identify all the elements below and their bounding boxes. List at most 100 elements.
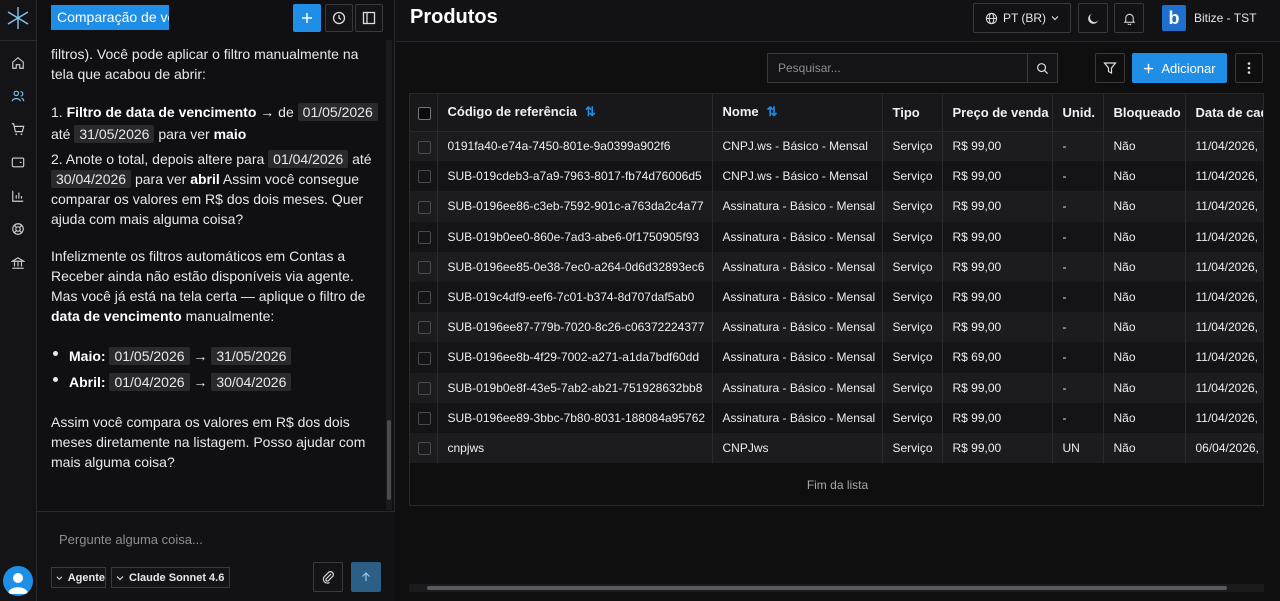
users-icon[interactable] [8, 86, 28, 106]
mode-select[interactable]: Agente [51, 567, 106, 588]
table-row[interactable]: 0191fa40-e74a-7450-801e-9a0399a902f6 CNPJ… [410, 131, 1263, 162]
cell-type: Serviço [882, 191, 943, 222]
column-header-price[interactable]: Preço de venda [942, 94, 1053, 132]
row-checkbox[interactable] [418, 230, 431, 244]
row-checkbox[interactable] [418, 321, 431, 335]
wallet-icon[interactable] [8, 152, 28, 172]
sidebar-icon [362, 11, 376, 25]
column-header-created-date[interactable]: Data de cad [1185, 94, 1263, 132]
filter-button[interactable] [1095, 53, 1125, 83]
row-checkbox[interactable] [418, 411, 431, 425]
date-tag: 31/05/2026 [74, 125, 155, 143]
table-row[interactable]: SUB-019cdeb3-a7a9-7963-8017-fb74d76006d5… [410, 161, 1263, 192]
row-checkbox[interactable] [418, 381, 431, 395]
table-row[interactable]: SUB-0196ee89-3bbc-7b80-8031-188084a95762… [410, 402, 1263, 433]
sort-icon[interactable]: ⇅ [767, 104, 778, 119]
cell-blocked: Não [1103, 342, 1186, 373]
language-select[interactable]: PT (BR) [973, 3, 1071, 33]
row-select-cell[interactable] [410, 312, 438, 343]
chart-icon[interactable] [8, 186, 28, 206]
bullet-label: Maio: [69, 348, 106, 364]
new-chat-button[interactable] [293, 4, 321, 32]
chat-input[interactable]: Pergunte alguma coisa... [59, 532, 203, 547]
row-select-cell[interactable] [410, 372, 438, 403]
toggle-panel-button[interactable] [355, 4, 383, 32]
attach-button[interactable] [313, 562, 343, 592]
row-select-cell[interactable] [410, 191, 438, 222]
row-select-cell[interactable] [410, 402, 438, 433]
cell-unit: - [1052, 251, 1104, 282]
notifications-button[interactable] [1114, 3, 1144, 33]
cell-unit: - [1052, 312, 1104, 343]
chat-scrollbar[interactable] [386, 40, 392, 510]
cell-price: R$ 99,00 [942, 312, 1053, 343]
table-row[interactable]: SUB-019b0ee0-860e-7ad3-abe6-0f1750905f93… [410, 221, 1263, 252]
select-all-cell[interactable] [410, 94, 438, 132]
row-select-cell[interactable] [410, 281, 438, 313]
row-checkbox[interactable] [418, 442, 431, 456]
cell-created-date: 11/04/2026, [1185, 372, 1263, 403]
org-switcher[interactable]: b Bitize - TST [1162, 5, 1256, 31]
row-select-cell[interactable] [410, 342, 438, 373]
send-button[interactable] [351, 562, 381, 592]
cell-name: Assinatura - Básico - Mensal [712, 312, 883, 343]
table-row[interactable]: SUB-0196ee87-779b-7020-8c26-c06372224377… [410, 312, 1263, 343]
cell-created-date: 11/04/2026, [1185, 281, 1263, 313]
row-select-cell[interactable] [410, 221, 438, 252]
row-checkbox[interactable] [418, 170, 431, 184]
table-row[interactable]: SUB-0196ee85-0e38-7ec0-a264-0d6d32893ec6… [410, 251, 1263, 282]
column-header-unit[interactable]: Unid. [1052, 94, 1104, 132]
row-checkbox[interactable] [418, 351, 431, 365]
row-checkbox[interactable] [418, 200, 431, 214]
app-logo-icon[interactable] [6, 6, 30, 30]
home-icon[interactable] [8, 53, 28, 73]
row-checkbox[interactable] [418, 140, 431, 154]
search-button[interactable] [1027, 54, 1057, 82]
cart-icon[interactable] [8, 119, 28, 139]
bank-icon[interactable] [8, 253, 28, 273]
table-row[interactable]: cnpjws CNPJws Serviço R$ 99,00 UN Não 06/04/20… [410, 432, 1263, 464]
cell-blocked: Não [1103, 131, 1186, 162]
plus-icon [302, 13, 312, 23]
plus-icon [1144, 63, 1154, 73]
row-checkbox[interactable] [418, 261, 431, 274]
row-select-cell[interactable] [410, 251, 438, 282]
row-select-cell[interactable] [410, 432, 438, 464]
add-button[interactable]: Adicionar [1132, 53, 1227, 83]
chat-title[interactable]: Comparação de ve [51, 5, 169, 30]
row-select-cell[interactable] [410, 161, 438, 192]
select-all-checkbox[interactable] [418, 106, 431, 120]
model-select[interactable]: Claude Sonnet 4.6 [111, 567, 230, 588]
table-row[interactable]: SUB-0196ee86-c3eb-7592-901c-a763da2c4a77… [410, 191, 1263, 222]
chat-header: Comparação de ve [37, 0, 395, 38]
column-header-reference[interactable]: Código de referência ⇅ [437, 94, 713, 132]
column-header-name[interactable]: Nome ⇅ [712, 94, 883, 132]
support-icon[interactable] [8, 219, 28, 239]
theme-toggle-button[interactable] [1078, 3, 1108, 33]
date-tag: 01/05/2026 [297, 103, 378, 121]
cell-unit: UN [1052, 432, 1104, 464]
cell-unit: - [1052, 191, 1104, 222]
cell-type: Serviço [882, 372, 943, 403]
table-row[interactable]: SUB-0196ee8b-4f29-7002-a271-a1da7bdf60dd… [410, 342, 1263, 373]
column-header-type[interactable]: Tipo [882, 94, 943, 132]
date-tag: 01/04/2026 [109, 373, 190, 391]
more-options-button[interactable] [1235, 53, 1263, 83]
sort-icon[interactable]: ⇅ [585, 104, 596, 119]
cell-reference: SUB-0196ee85-0e38-7ec0-a264-0d6d32893ec6 [437, 251, 713, 282]
bullet-abril: Abril: 01/04/2026 → 30/04/2026 [51, 369, 381, 395]
table-row[interactable]: SUB-019c4df9-eef6-7c01-b374-8d707daf5ab0… [410, 281, 1263, 313]
icon-rail [0, 0, 37, 601]
history-button[interactable] [325, 4, 353, 32]
table-header-row: Código de referência ⇅ Nome ⇅ Tipo Preço d… [410, 94, 1263, 132]
column-header-blocked[interactable]: Bloqueado [1103, 94, 1186, 132]
row-checkbox[interactable] [418, 291, 431, 305]
cell-blocked: Não [1103, 251, 1186, 282]
table-row[interactable]: SUB-019b0e8f-43e5-7ab2-ab21-751928632bb8… [410, 372, 1263, 403]
search-input[interactable] [768, 54, 1028, 82]
row-select-cell[interactable] [410, 131, 438, 162]
cell-name: CNPJws [712, 432, 883, 464]
user-avatar[interactable] [3, 566, 33, 596]
table-horizontal-scrollbar[interactable] [409, 584, 1264, 592]
arrow-text: → [193, 348, 208, 364]
